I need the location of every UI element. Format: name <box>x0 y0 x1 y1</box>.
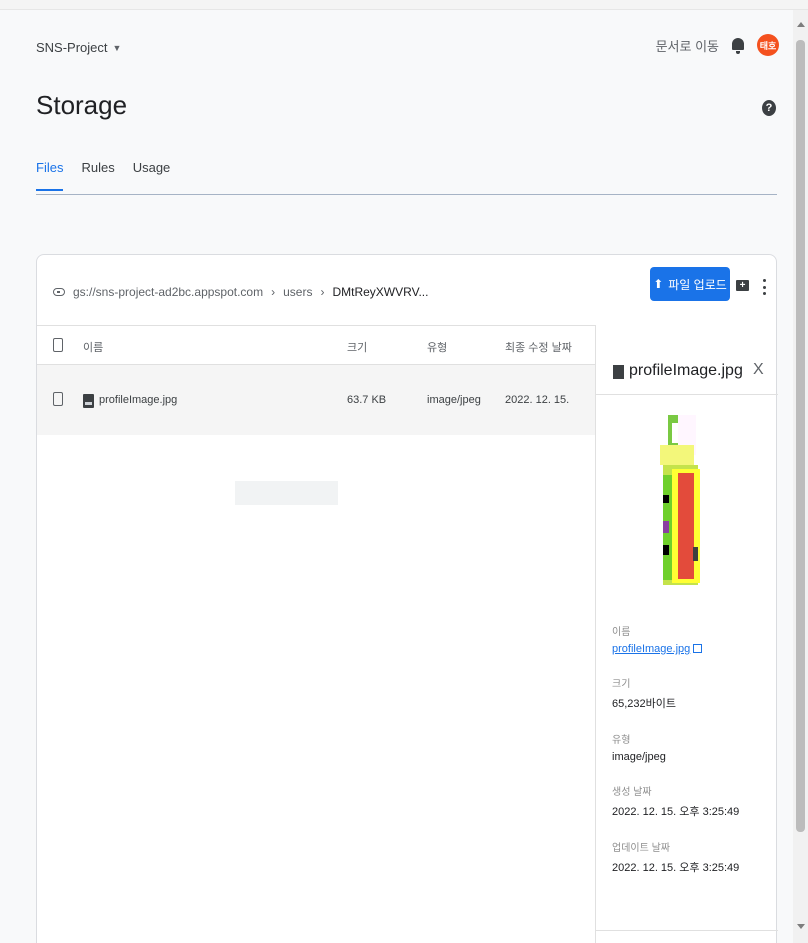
prop-size-value: 65,232바이트 <box>612 698 677 710</box>
select-all-checkbox[interactable] <box>53 338 63 352</box>
open-in-new-icon[interactable] <box>693 644 703 653</box>
close-icon[interactable]: X <box>753 361 764 379</box>
create-folder-icon[interactable]: + <box>736 280 749 291</box>
file-name-link[interactable]: profileImage.jpg <box>612 643 690 655</box>
prop-type-value: image/jpeg <box>612 751 666 763</box>
details-header: profileImage.jpg X <box>596 325 778 395</box>
prop-updated-value: 2022. 12. 15. 오후 3:25:49 <box>612 862 740 874</box>
tabs-divider <box>36 194 777 195</box>
prop-updated: 업데이트 날짜 2022. 12. 15. 오후 3:25:49 <box>612 839 772 875</box>
tab-files[interactable]: Files <box>36 160 64 191</box>
prop-created: 생성 날짜 2022. 12. 15. 오후 3:25:49 <box>612 783 772 819</box>
file-properties: 이름 profileImage.jpg 크기 65,232바이트 유형 imag… <box>612 623 772 895</box>
page-scrollbar[interactable] <box>793 10 808 943</box>
details-panel: profileImage.jpg X 이름 profileImage.jpg 크… <box>595 325 778 943</box>
prop-created-label: 생성 날짜 <box>612 787 652 798</box>
storage-tabs: Files Rules Usage <box>36 160 170 191</box>
column-modified[interactable]: 최종 수정 날짜 <box>505 339 572 355</box>
header-tools: 문서로 이동 태호 <box>656 34 779 56</box>
column-size[interactable]: 크기 <box>347 339 367 355</box>
breadcrumb: gs://sns-project-ad2bc.appspot.com › use… <box>53 285 428 299</box>
row-type: image/jpeg <box>427 394 481 406</box>
chevron-right-icon: › <box>271 285 276 299</box>
prop-size: 크기 65,232바이트 <box>612 675 772 711</box>
scroll-thumb[interactable] <box>796 40 805 832</box>
more-vert-icon[interactable] <box>763 279 767 295</box>
upload-file-button[interactable]: ⬆ 파일 업로드 <box>650 267 730 301</box>
image-preview <box>660 415 700 585</box>
row-size: 63.7 KB <box>347 394 387 406</box>
table-row[interactable]: profileImage.jpg 63.7 KB image/jpeg 2022… <box>37 365 595 435</box>
project-selector[interactable]: SNS-Project ▼ <box>36 40 121 55</box>
details-title: profileImage.jpg <box>629 362 743 379</box>
prop-type-label: 유형 <box>612 735 631 746</box>
page-title: Storage <box>36 90 128 120</box>
breadcrumb-bucket[interactable]: gs://sns-project-ad2bc.appspot.com <box>73 285 263 299</box>
files-card: gs://sns-project-ad2bc.appspot.com › use… <box>36 254 778 943</box>
image-file-icon <box>613 365 624 379</box>
row-checkbox[interactable] <box>53 392 63 406</box>
prop-created-value: 2022. 12. 15. 오후 3:25:49 <box>612 806 740 818</box>
scroll-down-icon[interactable] <box>797 924 805 929</box>
row-modified: 2022. 12. 15. <box>505 394 570 406</box>
prop-type: 유형 image/jpeg <box>612 731 772 763</box>
prop-name-value[interactable]: profileImage.jpg <box>612 643 772 655</box>
breadcrumb-folder[interactable]: users <box>283 285 312 299</box>
upload-file-label: 파일 업로드 <box>668 277 727 292</box>
prop-size-label: 크기 <box>612 679 631 690</box>
breadcrumb-current: DMtReyXWVRV... <box>332 285 429 299</box>
user-avatar[interactable]: 태호 <box>757 34 779 56</box>
link-icon[interactable] <box>53 288 65 296</box>
chevron-right-icon: › <box>320 285 325 299</box>
notifications-bell-icon[interactable] <box>731 36 745 54</box>
faded-hint-bar <box>235 481 338 505</box>
prop-updated-label: 업데이트 날짜 <box>612 843 670 854</box>
table-header: 이름 크기 유형 최종 수정 날짜 <box>37 325 595 365</box>
prop-name: 이름 profileImage.jpg <box>612 623 772 655</box>
project-name: SNS-Project <box>36 40 108 55</box>
scroll-up-icon[interactable] <box>797 22 805 27</box>
upload-arrow-icon: ⬆ <box>653 277 664 291</box>
column-type[interactable]: 유형 <box>427 339 447 355</box>
browser-top-strip <box>0 0 808 10</box>
details-footer-divider <box>596 930 778 931</box>
tab-rules[interactable]: Rules <box>81 160 114 191</box>
image-file-icon <box>83 394 94 408</box>
tab-usage[interactable]: Usage <box>133 160 171 191</box>
column-name[interactable]: 이름 <box>83 339 103 355</box>
dropdown-caret-icon: ▼ <box>112 42 122 53</box>
help-icon[interactable]: ? <box>762 100 776 116</box>
prop-name-label: 이름 <box>612 627 631 638</box>
row-file-name[interactable]: profileImage.jpg <box>99 394 177 406</box>
firebase-storage-app: SNS-Project ▼ 문서로 이동 태호 Storage ? Files … <box>0 10 793 943</box>
docs-link[interactable]: 문서로 이동 <box>656 36 719 55</box>
